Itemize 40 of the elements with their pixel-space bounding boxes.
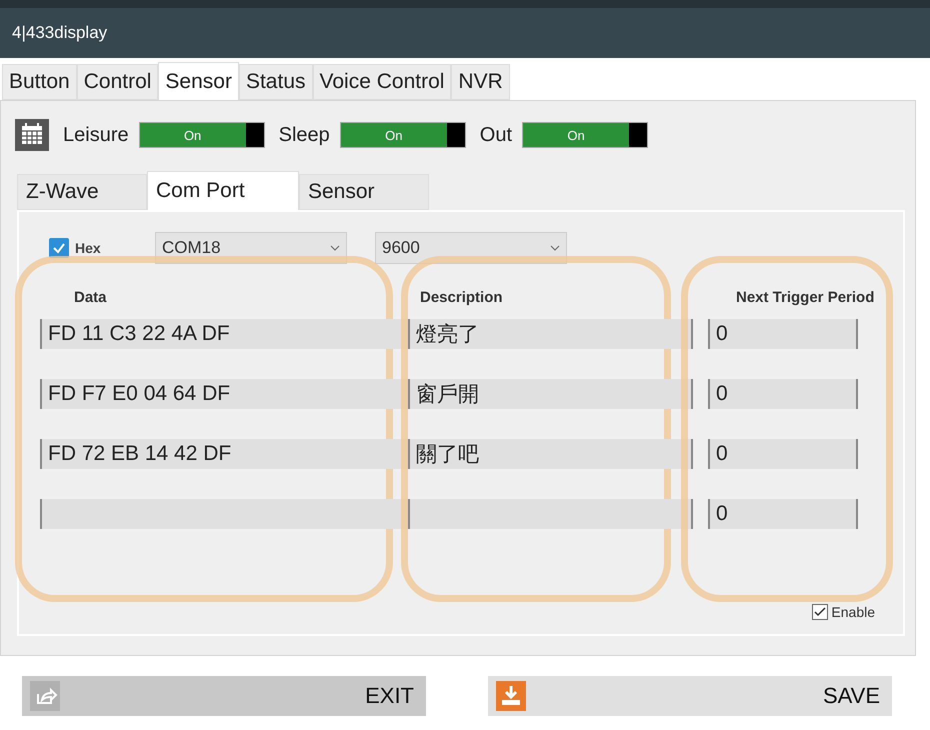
column-header: Description [419, 289, 504, 308]
tab[interactable]: Control [76, 64, 158, 100]
mode-label: Sleep [278, 124, 330, 146]
toggle-switch[interactable]: On [138, 122, 265, 148]
column-header: Data [73, 289, 108, 308]
window-title: 4|433display [12, 23, 108, 43]
exit-button[interactable]: EXIT [22, 676, 426, 716]
calendar-icon[interactable] [15, 119, 49, 151]
input-field[interactable]: 窗戶開 [408, 379, 693, 409]
column-header: Next Trigger Period [735, 289, 876, 308]
check-icon [814, 607, 826, 617]
checkbox-label: Hex [75, 240, 101, 256]
tab[interactable]: Sensor [299, 174, 429, 210]
save-button[interactable]: SAVE [488, 676, 892, 716]
download-icon [496, 681, 526, 711]
share-icon [30, 681, 60, 711]
enable-checkbox[interactable] [812, 604, 828, 620]
tab[interactable]: Com Port [147, 171, 299, 210]
toggle-switch[interactable]: On [340, 122, 466, 148]
mode-label: Out [480, 124, 512, 146]
tab[interactable]: Z-Wave [17, 174, 147, 210]
checkbox-label: Enable [831, 604, 875, 620]
input-field[interactable]: 0 [708, 319, 858, 349]
tab[interactable]: Button [2, 64, 77, 100]
input-field[interactable] [408, 499, 693, 529]
caret-icon [330, 245, 340, 251]
input-field[interactable]: 關了吧 [408, 439, 693, 469]
tab[interactable]: Status [238, 64, 313, 100]
tab[interactable]: NVR [451, 64, 510, 100]
input-field[interactable]: 0 [708, 439, 858, 469]
input-field[interactable]: 燈亮了 [408, 319, 693, 349]
hex-checkbox[interactable] [49, 238, 69, 258]
input-field[interactable]: 0 [708, 499, 858, 529]
caret-icon [550, 245, 560, 251]
tab[interactable]: Voice Control [312, 64, 452, 100]
toggle-switch[interactable]: On [522, 122, 648, 148]
tab[interactable]: Sensor [158, 62, 239, 100]
mode-label: Leisure [63, 124, 129, 146]
input-field[interactable]: 0 [708, 379, 858, 409]
check-icon [52, 242, 66, 254]
